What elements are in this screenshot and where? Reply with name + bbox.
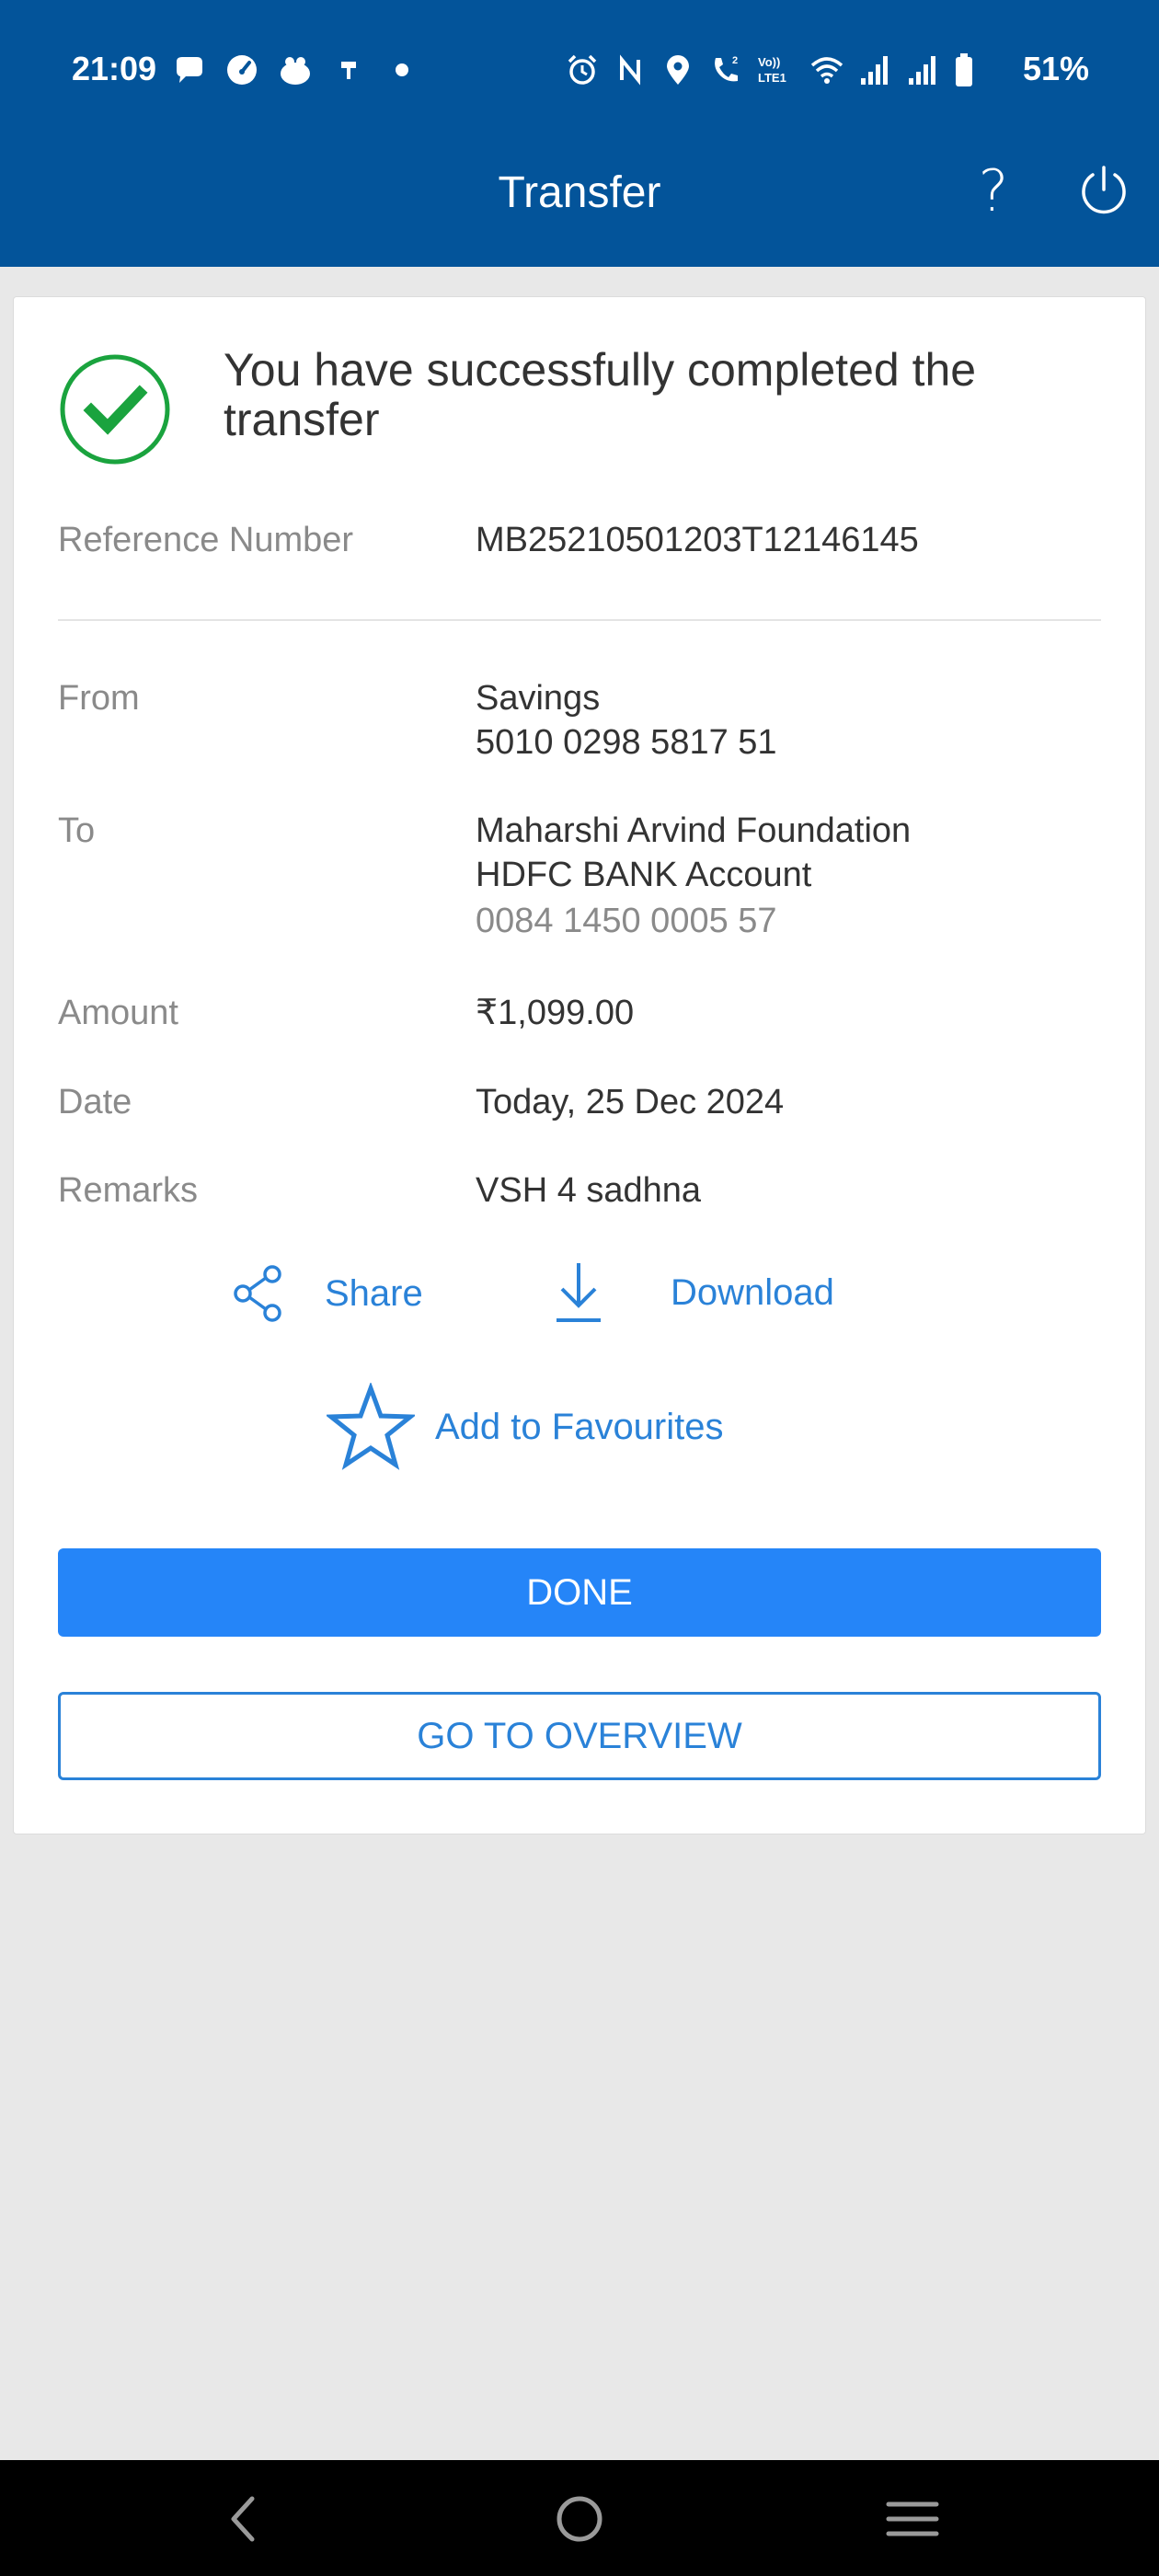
to-bank-name: HDFC BANK Account [476, 856, 812, 894]
from-account-number: 5010 0298 5817 51 [476, 723, 777, 762]
cloud-icon [281, 57, 310, 85]
to-label: To [58, 811, 96, 850]
system-navigation-bar [0, 2460, 1159, 2576]
amount-label: Amount [58, 994, 178, 1032]
alarm-icon [568, 54, 597, 85]
remarks-label: Remarks [58, 1171, 199, 1210]
success-message: You have successfully completed the tran… [224, 344, 977, 445]
nfc-icon [620, 54, 640, 86]
done-button[interactable]: DONE [58, 1548, 1101, 1637]
location-icon [667, 55, 689, 85]
logout-power-icon[interactable] [1074, 162, 1133, 221]
add-to-favourites-button[interactable]: Add to Favourites [327, 1383, 724, 1471]
app-header: Transfer ? [0, 138, 1159, 267]
home-icon[interactable] [546, 2486, 613, 2552]
notification-icons [171, 52, 419, 88]
download-button[interactable]: Download [553, 1259, 834, 1326]
battery-percentage: 51% [1022, 50, 1089, 87]
system-icons: 2 Vo)) LTE1 [565, 52, 975, 88]
svg-text:Vo)): Vo)) [758, 55, 780, 69]
from-label: From [58, 679, 140, 718]
go-to-overview-button[interactable]: GO TO OVERVIEW [58, 1692, 1101, 1780]
success-check-icon [60, 354, 170, 465]
speedometer-icon [227, 55, 257, 85]
download-icon [557, 1263, 601, 1322]
from-account-type: Savings [476, 679, 601, 718]
wifi-icon [810, 57, 843, 84]
back-icon[interactable] [212, 2486, 278, 2552]
add-to-favourites-label: Add to Favourites [435, 1407, 724, 1447]
status-bar: 21:09 2 Vo)) LTE1 51% [0, 0, 1159, 138]
download-label: Download [671, 1272, 834, 1313]
signal-icon [861, 56, 888, 85]
date-value: Today, 25 Dec 2024 [476, 1083, 785, 1121]
battery-icon [956, 53, 972, 86]
chat-icon [177, 57, 202, 83]
transfer-confirmation-card: You have successfully completed the tran… [13, 296, 1146, 1834]
divider [58, 619, 1101, 621]
signal-icon [909, 56, 935, 85]
star-icon [327, 1383, 415, 1470]
dot-icon [396, 63, 408, 76]
share-icon [234, 1265, 281, 1322]
share-label: Share [325, 1273, 423, 1314]
to-account-number: 0084 1450 0005 57 [476, 902, 777, 940]
svg-text:LTE1: LTE1 [758, 71, 786, 85]
amount-value: ₹1,099.00 [476, 994, 635, 1032]
reference-number-label: Reference Number [58, 521, 354, 559]
reference-number-value: MB25210501203T12146145 [476, 521, 919, 559]
wifi-calling-icon: 2 [715, 55, 738, 82]
volte-icon: Vo)) LTE1 [758, 55, 786, 85]
svg-text:2: 2 [732, 55, 738, 66]
share-button[interactable]: Share [229, 1263, 423, 1324]
date-label: Date [58, 1083, 132, 1121]
remarks-value: VSH 4 sadhna [476, 1171, 702, 1210]
pin-icon [341, 62, 356, 79]
status-time: 21:09 [72, 50, 157, 87]
recent-apps-icon[interactable] [879, 2486, 946, 2552]
help-button[interactable]: ? [968, 158, 1019, 224]
to-payee-name: Maharshi Arvind Foundation [476, 811, 912, 850]
